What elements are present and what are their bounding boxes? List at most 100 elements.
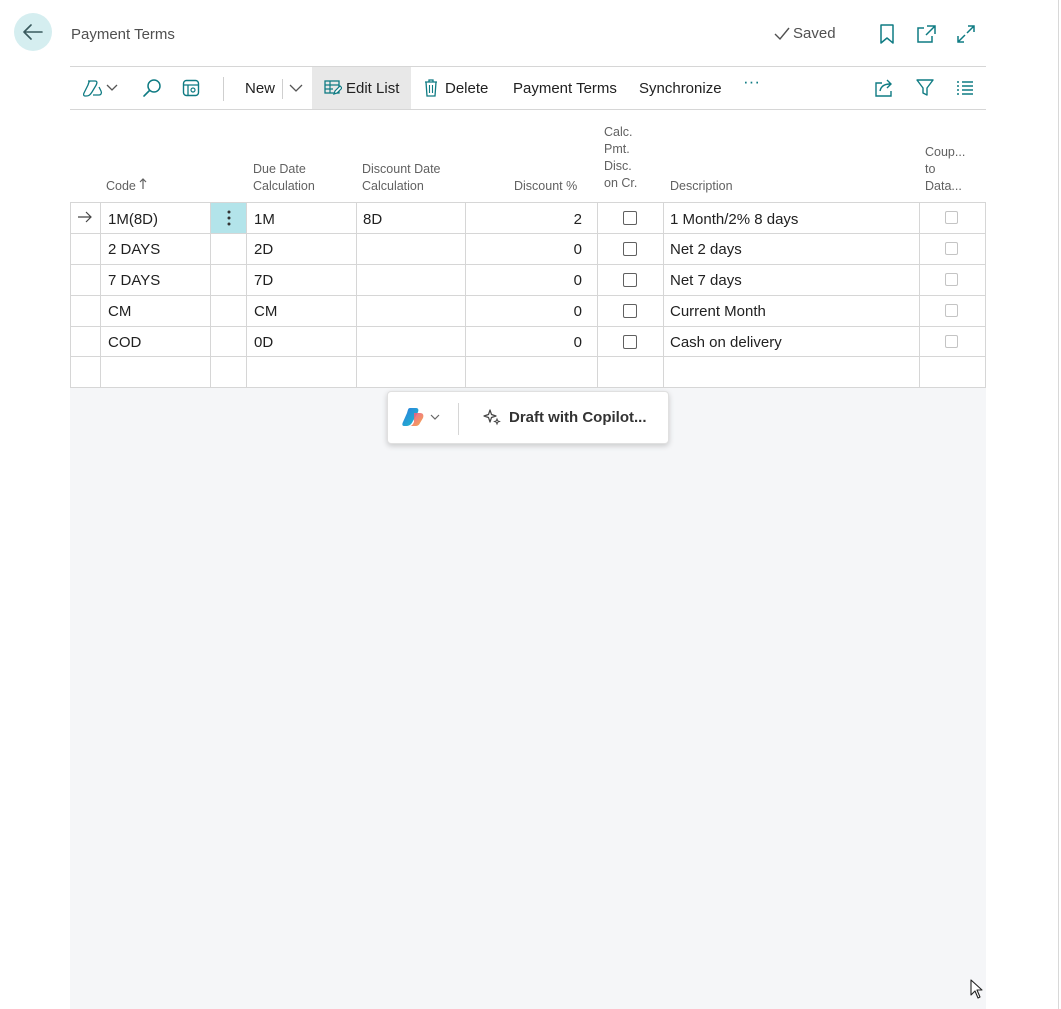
calc-pmt-disc-checkbox[interactable] [623, 335, 637, 349]
copilot-logo-icon [402, 408, 424, 426]
grid-line [919, 202, 920, 388]
calc-pmt-disc-checkbox[interactable] [623, 242, 637, 256]
expand-button[interactable] [954, 22, 978, 46]
filter-icon [916, 79, 934, 96]
column-header-calc-pmt-disc[interactable]: Calc. Pmt. Disc. on Cr. [604, 124, 637, 192]
calc-pmt-disc-checkbox[interactable] [623, 304, 637, 318]
list-icon [957, 81, 973, 95]
saved-status: Saved [774, 25, 836, 42]
analysis-mode-button[interactable] [182, 67, 204, 109]
discount-date-cell[interactable]: 8D [363, 211, 382, 228]
list-empty-area [70, 388, 986, 1009]
coupled-checkbox [945, 211, 958, 224]
bookmark-button[interactable] [875, 22, 899, 46]
due-date-cell[interactable]: 1M [254, 211, 275, 228]
row-actions-button[interactable] [211, 203, 246, 233]
discount-pct-cell[interactable]: 0 [465, 241, 582, 258]
share-button[interactable] [875, 67, 897, 109]
grid-line [70, 233, 986, 234]
share-icon [875, 79, 892, 97]
coupled-checkbox [945, 242, 958, 255]
due-date-cell[interactable]: 7D [254, 272, 273, 289]
trash-icon [425, 79, 437, 97]
edit-list-icon [324, 80, 342, 95]
separator [458, 403, 459, 435]
window-edge [1058, 0, 1059, 1009]
copilot-menu-button[interactable] [402, 407, 440, 427]
chevron-down-icon [289, 84, 303, 92]
column-header-description[interactable]: Description [670, 178, 733, 195]
discount-pct-cell[interactable]: 0 [465, 334, 582, 351]
discount-pct-cell[interactable]: 0 [465, 272, 582, 289]
chevron-down-icon [106, 84, 118, 91]
new-empty-row[interactable] [101, 357, 919, 387]
draft-with-copilot-button[interactable]: Draft with Copilot... [483, 408, 646, 426]
coupled-checkbox [945, 335, 958, 348]
code-cell[interactable]: COD [108, 334, 141, 351]
coupled-checkbox [945, 304, 958, 317]
sparkle-icon [483, 409, 501, 426]
description-cell[interactable]: Net 7 days [670, 272, 742, 289]
calc-pmt-disc-checkbox[interactable] [623, 211, 637, 225]
code-cell[interactable]: 1M(8D) [108, 211, 158, 228]
expand-icon [957, 25, 975, 43]
saved-label: Saved [793, 25, 836, 42]
more-options-button[interactable]: ··· [743, 61, 760, 103]
filter-button[interactable] [916, 67, 938, 109]
column-header-discount-pct[interactable]: Discount % [514, 178, 577, 195]
discount-pct-cell[interactable]: 2 [465, 211, 582, 228]
column-header-code[interactable]: Code [106, 178, 147, 195]
grid-line [70, 326, 986, 327]
new-dropdown-button[interactable] [289, 67, 305, 109]
column-header-due-date-calculation[interactable]: Due Date Calculation [253, 161, 315, 195]
grid-line [70, 264, 986, 265]
column-header-discount-date-calculation[interactable]: Discount Date Calculation [362, 161, 441, 195]
action-bar: New Edit List Delete Payment Terms Synch… [70, 66, 986, 110]
grid-line [70, 202, 71, 388]
description-cell[interactable]: 1 Month/2% 8 days [670, 211, 798, 228]
delete-button[interactable]: Delete [424, 67, 488, 109]
new-button[interactable]: New [245, 67, 275, 109]
separator [282, 79, 283, 99]
grid-line [70, 295, 986, 296]
sort-ascending-icon [139, 178, 147, 189]
arrow-left-icon [23, 24, 43, 40]
analysis-mode-icon [182, 79, 200, 97]
description-cell[interactable]: Cash on delivery [670, 334, 782, 351]
page-title: Payment Terms [71, 26, 175, 43]
payment-terms-action[interactable]: Payment Terms [513, 67, 617, 109]
current-row-arrow-icon [77, 210, 93, 228]
open-in-new-window-icon [917, 25, 936, 43]
calc-pmt-disc-checkbox[interactable] [623, 273, 637, 287]
copilot-outline-icon [83, 80, 103, 97]
search-button[interactable] [142, 67, 164, 109]
copilot-actions-button[interactable] [83, 67, 121, 109]
list-view-button[interactable] [956, 67, 978, 109]
grid-line [985, 202, 986, 388]
description-cell[interactable]: Net 2 days [670, 241, 742, 258]
separator [223, 77, 224, 101]
vertical-ellipsis-icon [227, 210, 230, 226]
code-cell[interactable]: CM [108, 303, 131, 320]
edit-list-button[interactable]: Edit List [312, 67, 411, 109]
open-new-window-button[interactable] [914, 22, 938, 46]
due-date-cell[interactable]: 0D [254, 334, 273, 351]
back-button[interactable] [14, 13, 52, 51]
description-cell[interactable]: Current Month [670, 303, 766, 320]
code-cell[interactable]: 7 DAYS [108, 272, 160, 289]
due-date-cell[interactable]: CM [254, 303, 277, 320]
code-cell[interactable]: 2 DAYS [108, 241, 160, 258]
coupled-checkbox [945, 273, 958, 286]
chevron-down-icon [430, 414, 440, 420]
copilot-prompt-popup: Draft with Copilot... [387, 391, 669, 444]
checkmark-icon [774, 27, 790, 40]
mouse-cursor-icon [970, 979, 984, 1004]
discount-pct-cell[interactable]: 0 [465, 303, 582, 320]
delete-label: Delete [445, 79, 489, 97]
bookmark-icon [880, 24, 894, 44]
search-icon [143, 79, 161, 97]
column-header-coupled-to-dataverse[interactable]: Coup... to Data... [925, 144, 965, 195]
grid-line [70, 202, 986, 203]
synchronize-action[interactable]: Synchronize [639, 67, 722, 109]
due-date-cell[interactable]: 2D [254, 241, 273, 258]
